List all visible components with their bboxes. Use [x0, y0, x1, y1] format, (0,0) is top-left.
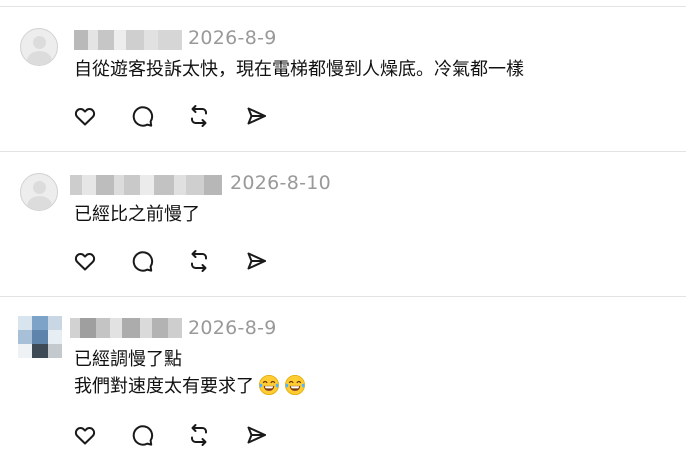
comment-actions — [70, 101, 280, 131]
comment-text-line-1: 已經調慢了點 — [74, 349, 182, 370]
face-with-tears-of-joy-icon — [259, 375, 279, 395]
author-name-blurred[interactable] — [74, 30, 182, 50]
share-icon[interactable] — [241, 420, 271, 450]
reply-icon[interactable] — [127, 101, 157, 131]
like-icon[interactable] — [70, 101, 100, 131]
comment-timestamp: 2026-8-9 — [188, 317, 277, 339]
comment-text: 我們對速度太有要求了 — [74, 376, 254, 397]
author-name-blurred[interactable] — [70, 318, 182, 338]
repost-icon[interactable] — [184, 420, 214, 450]
comment-actions — [70, 246, 280, 276]
share-icon[interactable] — [241, 246, 271, 276]
author-name-blurred[interactable] — [70, 175, 222, 195]
comment-divider — [0, 296, 686, 297]
avatar[interactable] — [20, 28, 58, 66]
reply-icon[interactable] — [127, 420, 157, 450]
repost-icon[interactable] — [184, 101, 214, 131]
face-with-tears-of-joy-icon — [285, 375, 305, 395]
like-icon[interactable] — [70, 246, 100, 276]
comment-text-line-2: 我們對速度太有要求了 — [74, 374, 306, 400]
avatar[interactable] — [20, 173, 58, 211]
share-icon[interactable] — [241, 101, 271, 131]
repost-icon[interactable] — [184, 246, 214, 276]
top-divider — [0, 6, 686, 7]
comment-actions — [70, 420, 280, 450]
like-icon[interactable] — [70, 420, 100, 450]
comment-text: 已經比之前慢了 — [74, 204, 200, 225]
comment-timestamp: 2026-8-10 — [230, 172, 332, 194]
comment-divider — [0, 151, 686, 152]
comment-timestamp: 2026-8-9 — [188, 27, 277, 49]
comment-text: 自從遊客投訴太快，現在電梯都慢到人燥底。冷氣都一樣 — [74, 59, 524, 80]
avatar[interactable] — [18, 316, 62, 360]
reply-icon[interactable] — [127, 246, 157, 276]
